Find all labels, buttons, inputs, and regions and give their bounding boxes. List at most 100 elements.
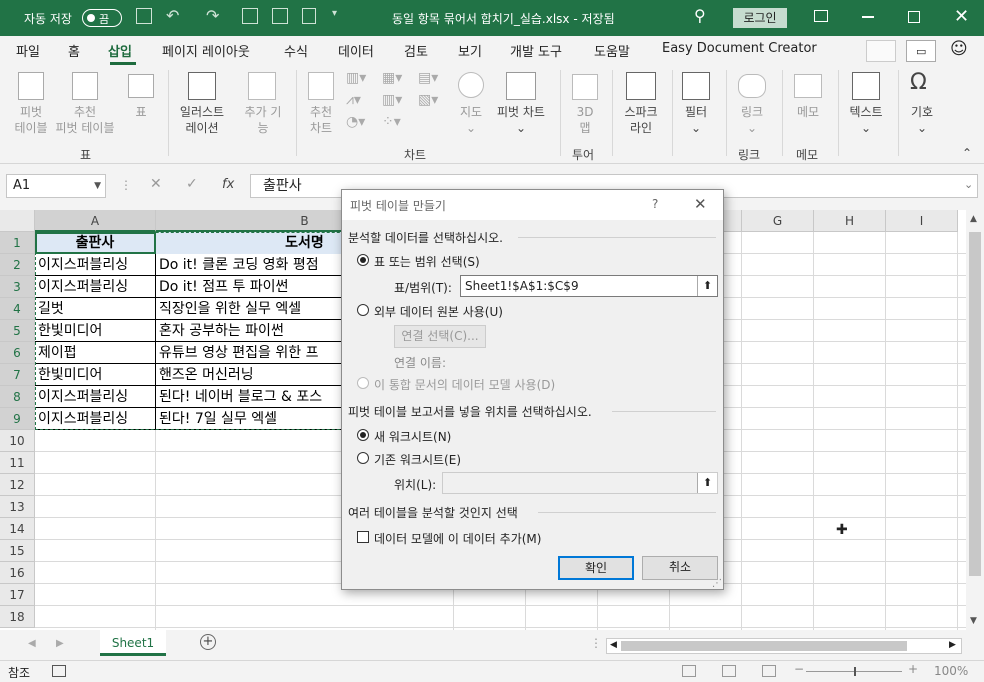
zoom-level[interactable]: 100% xyxy=(934,664,968,678)
tab-insert[interactable]: 삽입 xyxy=(108,41,132,60)
row-header[interactable]: 1 xyxy=(0,232,35,254)
macro-record-icon[interactable] xyxy=(52,665,66,677)
memo-button[interactable]: 메모 xyxy=(788,104,828,120)
cancel-icon[interactable]: ✕ xyxy=(150,176,162,192)
tab-data[interactable]: 데이터 xyxy=(338,41,374,60)
link-button[interactable]: 링크 ⌄ xyxy=(732,104,772,136)
zoom-in-icon[interactable]: + xyxy=(908,662,918,676)
row-header[interactable]: 6 xyxy=(0,342,35,364)
radio-data-model-label[interactable]: 이 통합 문서의 데이터 모델 사용(D) xyxy=(374,376,555,393)
waterfall-chart-icon[interactable]: ▤▾ xyxy=(418,70,438,86)
cancel-button[interactable]: 취소 xyxy=(642,556,718,580)
undo-icon[interactable]: ↶ xyxy=(166,6,179,25)
addins-button[interactable]: 추가 기능 xyxy=(236,104,290,136)
row-header[interactable]: 14 xyxy=(0,518,35,540)
statistic-chart-icon[interactable]: ▥▾ xyxy=(382,92,402,108)
layout-icon[interactable] xyxy=(272,8,288,24)
row-header[interactable]: 11 xyxy=(0,452,35,474)
scatter-chart-icon[interactable]: ⁘▾ xyxy=(382,114,401,130)
dialog-close-icon[interactable]: ✕ xyxy=(694,195,707,213)
login-button[interactable]: 로그인 xyxy=(733,8,787,28)
row-header[interactable]: 16 xyxy=(0,562,35,584)
expand-formula-icon[interactable]: ⌄ xyxy=(964,178,973,191)
filter-button[interactable]: 필터 ⌄ xyxy=(676,104,716,136)
page-layout-view-icon[interactable] xyxy=(722,665,736,677)
radio-table-range-label[interactable]: 표 또는 범위 선택(S) xyxy=(374,253,480,270)
enter-icon[interactable]: ✓ xyxy=(186,176,198,192)
row-header[interactable]: 4 xyxy=(0,298,35,320)
tab-home[interactable]: 홈 xyxy=(68,41,80,60)
radio-external-source[interactable] xyxy=(357,304,369,316)
tabs-splitter[interactable]: ⋮ xyxy=(590,636,602,650)
column-header[interactable]: H xyxy=(814,210,886,232)
minimize-icon[interactable] xyxy=(862,16,874,18)
ok-button[interactable]: 확인 xyxy=(558,556,634,580)
new-doc-icon[interactable] xyxy=(302,8,316,24)
collapse-dialog-icon[interactable]: ⬆ xyxy=(697,276,717,296)
tab-help[interactable]: 도움말 xyxy=(594,41,630,60)
pivot-chart-button[interactable]: 피벗 차트 ⌄ xyxy=(492,104,550,136)
row-header[interactable]: 8 xyxy=(0,386,35,408)
recommended-pivot-button[interactable]: 추천 피벗 테이블 xyxy=(52,104,118,136)
radio-existing-worksheet[interactable] xyxy=(357,452,369,464)
row-header[interactable]: 5 xyxy=(0,320,35,342)
text-button[interactable]: 텍스트 ⌄ xyxy=(842,104,890,136)
tab-file[interactable]: 파일 xyxy=(16,41,40,60)
select-all-corner[interactable] xyxy=(0,210,35,232)
name-box[interactable]: A1 ▼ xyxy=(6,174,106,198)
save-icon[interactable] xyxy=(136,8,152,24)
symbol-button[interactable]: 기호 ⌄ xyxy=(902,104,942,136)
row-header[interactable]: 15 xyxy=(0,540,35,562)
radio-existing-worksheet-label[interactable]: 기존 워크시트(E) xyxy=(374,451,461,468)
tab-review[interactable]: 검토 xyxy=(404,41,428,60)
checkbox-add-to-data-model[interactable] xyxy=(357,531,369,543)
table-button[interactable]: 표 xyxy=(126,104,156,120)
row-header[interactable]: 12 xyxy=(0,474,35,496)
location-collapse-icon[interactable]: ⬆ xyxy=(697,473,717,493)
tab-developer[interactable]: 개발 도구 xyxy=(510,41,562,60)
redo-icon[interactable]: ↷ xyxy=(206,6,219,25)
add-sheet-icon[interactable]: + xyxy=(200,634,216,650)
tab-page-layout[interactable]: 페이지 레이아웃 xyxy=(162,41,250,60)
pivot-table-button[interactable]: 피벗 테이블 xyxy=(8,104,54,136)
comments-button[interactable]: ▭ xyxy=(906,40,936,62)
autosave-toggle[interactable]: 끔 xyxy=(82,9,122,27)
vertical-scrollbar[interactable]: ▲ ▼ xyxy=(966,210,984,630)
horizontal-scrollbar[interactable]: ◀ ▶ xyxy=(606,638,962,654)
row-header[interactable]: 7 xyxy=(0,364,35,386)
line-chart-icon[interactable]: ⩘▾ xyxy=(346,92,361,108)
row-header[interactable]: 18 xyxy=(0,606,35,628)
customize-qat-icon[interactable]: ▾ xyxy=(332,8,337,19)
row-header[interactable]: 17 xyxy=(0,584,35,606)
pie-chart-icon[interactable]: ◔▾ xyxy=(346,114,365,130)
location-input[interactable]: ⬆ xyxy=(442,472,718,494)
radio-new-worksheet[interactable] xyxy=(357,429,369,441)
3d-map-button[interactable]: 3D 맵 xyxy=(568,104,602,136)
row-header[interactable]: 9 xyxy=(0,408,35,430)
maximize-icon[interactable] xyxy=(908,11,920,23)
zoom-out-icon[interactable]: − xyxy=(794,662,804,676)
zoom-slider-thumb[interactable] xyxy=(854,667,856,676)
vertical-scroll-thumb[interactable] xyxy=(969,232,981,576)
prev-sheet-icon[interactable]: ◀ xyxy=(28,638,36,649)
ribbon-display-icon[interactable] xyxy=(814,10,828,22)
scroll-right-icon[interactable]: ▶ xyxy=(949,640,956,650)
help-button[interactable]: ? xyxy=(652,197,658,211)
sheet-tab-sheet1[interactable]: Sheet1 xyxy=(100,630,166,656)
column-header[interactable]: A xyxy=(35,210,156,232)
normal-view-icon[interactable] xyxy=(682,665,696,677)
illustrations-button[interactable]: 일러스트 레이션 xyxy=(174,104,230,136)
range-input[interactable]: Sheet1!$A$1:$C$9 ⬆ xyxy=(460,275,718,297)
share-button[interactable] xyxy=(866,40,896,62)
column-header[interactable]: G xyxy=(742,210,814,232)
search-icon[interactable]: ⚲ xyxy=(694,6,706,25)
sparkline-button[interactable]: 스파크 라인 xyxy=(616,104,666,136)
checkbox-add-to-data-model-label[interactable]: 데이터 모델에 이 데이터 추가(M) xyxy=(374,530,541,547)
combo-chart-icon[interactable]: ▧▾ xyxy=(418,92,438,108)
name-box-dropdown-icon[interactable]: ▼ xyxy=(94,175,101,197)
resize-grip-icon[interactable]: ⋰ xyxy=(712,578,722,589)
tab-easy-document-creator[interactable]: Easy Document Creator xyxy=(662,41,817,56)
page-break-view-icon[interactable] xyxy=(762,665,776,677)
collapse-ribbon-icon[interactable]: ⌃ xyxy=(962,146,972,160)
scroll-up-icon[interactable]: ▲ xyxy=(970,214,977,224)
